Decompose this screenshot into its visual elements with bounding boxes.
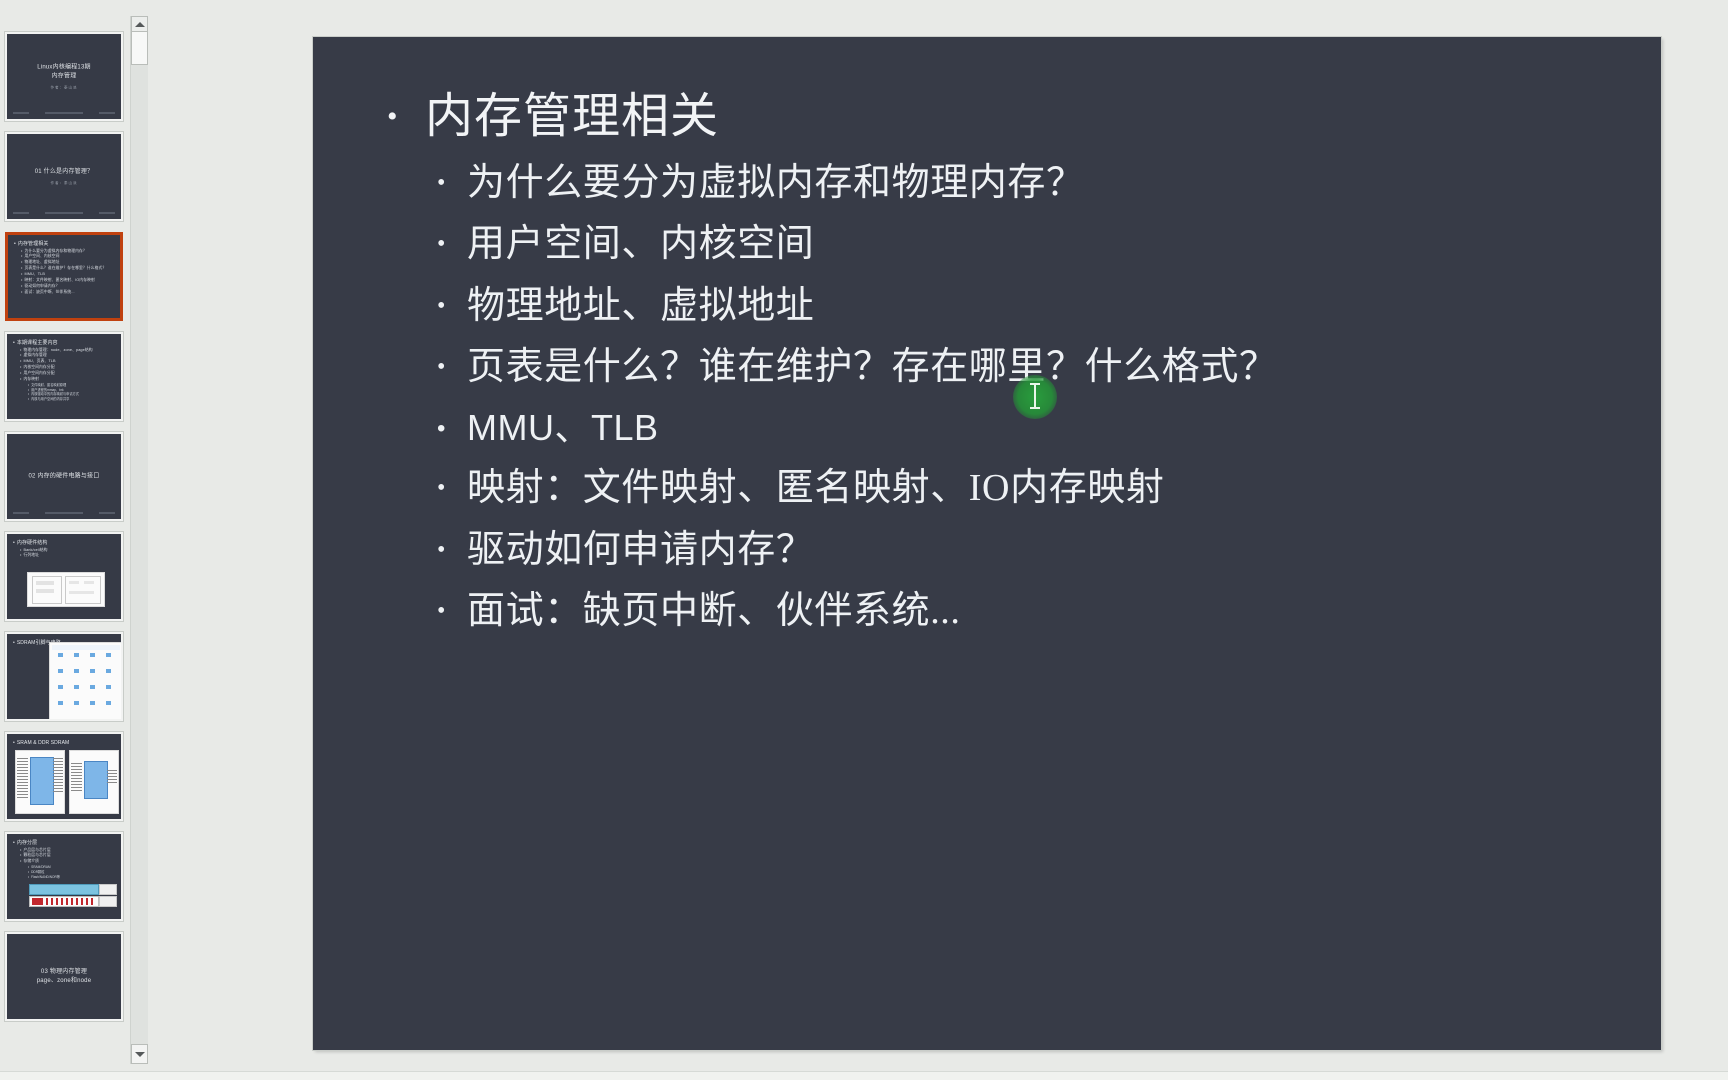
list-item[interactable]: • 用户空间、内核空间	[425, 223, 1621, 266]
slide-bullet-list: • 为什么要分为虚拟内存和物理内存？ • 用户空间、内核空间 • 物理地址、虚拟…	[425, 162, 1621, 633]
thumb-footer	[13, 512, 115, 514]
thumbnail-slide-2[interactable]: 01 什么是内存管理？ 作者：泰山派	[4, 131, 124, 222]
circuit-diagram-image	[27, 572, 105, 607]
thumb-title-block: 03 物理内存管理 page、zone和node	[7, 968, 121, 986]
thumb-title-line1: Linux内核编程13期	[37, 63, 91, 70]
thumb-title-block: 02 内存的硬件电路与接口	[7, 472, 121, 481]
sram-pinout-image	[15, 750, 65, 814]
list-item[interactable]: 01 什么是内存管理？ 作者：泰山派	[4, 131, 124, 222]
slide-thumbnail-panel[interactable]: Linux内核编程13期 内存管理 作者：泰山派 01 什么是内存管理？ 作者：…	[0, 0, 138, 1080]
list-item[interactable]: • 物理地址、虚拟地址	[425, 285, 1621, 328]
thumb-bullets: 内存分层 产品层与芯片层 颗粒层与芯片层 存储介质 SRAM/DRAM DDR颗…	[13, 840, 116, 880]
bullet-text: 物理地址、虚拟地址	[467, 284, 815, 327]
thumbnail-slide-3-selected[interactable]: 内存管理相关 为什么要分为虚拟内存和物理内存？ 用户空间、内核空间 物理地址、虚…	[5, 232, 123, 321]
ddr-sdram-pinout-image	[69, 750, 119, 814]
list-item[interactable]: • 为什么要分为虚拟内存和物理内存？	[425, 162, 1621, 205]
thumb-bullets: 本期课程主要内容 物理内存管理：node、zone、page结构 虚拟内存管理 …	[13, 340, 116, 402]
thumb-title-block: 01 什么是内存管理？ 作者：泰山派	[7, 167, 121, 185]
bullet-text: 为什么要分为虚拟内存和物理内存？	[467, 161, 1085, 204]
thumbnail-slide-10[interactable]: 03 物理内存管理 page、zone和node	[4, 931, 124, 1022]
page-title: 内存管理相关	[425, 90, 720, 143]
bullet-glyph: •	[437, 231, 447, 258]
list-item[interactable]: 内存分层 产品层与芯片层 颗粒层与芯片层 存储介质 SRAM/DRAM DDR颗…	[4, 831, 124, 922]
thumbnail-slide-5[interactable]: 02 内存的硬件电路与接口	[4, 431, 124, 522]
bullet-glyph: •	[437, 598, 447, 625]
thumb-title-line1: 01 什么是内存管理？	[34, 168, 94, 175]
thumbnail-slide-1[interactable]: Linux内核编程13期 内存管理 作者：泰山派	[4, 31, 124, 122]
memory-map-bar	[29, 884, 99, 895]
thumb-heading: 内存分层	[13, 840, 116, 848]
list-item[interactable]: 02 内存的硬件电路与接口	[4, 431, 124, 522]
sdram-schematic-image	[49, 642, 121, 719]
bullet-text: 驱动如何申请内存？	[467, 528, 815, 571]
window-bottom-strip	[0, 1071, 1728, 1080]
thumbnail-slide-9[interactable]: 内存分层 产品层与芯片层 颗粒层与芯片层 存储介质 SRAM/DRAM DDR颗…	[4, 831, 124, 922]
thumbnail-slide-7[interactable]: SDRAM引脚与电路	[4, 631, 124, 722]
thumbnail-slide-4[interactable]: 本期课程主要内容 物理内存管理：node、zone、page结构 虚拟内存管理 …	[4, 331, 124, 422]
list-item[interactable]: SDRAM引脚与电路	[4, 631, 124, 722]
thumbnail-slide-6[interactable]: 内存硬件结构 Bank/cell结构 行列地址	[4, 531, 124, 622]
slide-heading-item[interactable]: • 内存管理相关 • 为什么要分为虚拟内存和物理内存？ • 用户空间、内核空间	[371, 89, 1621, 633]
list-item[interactable]: 内存硬件结构 Bank/cell结构 行列地址	[4, 531, 124, 622]
bullet-glyph: •	[437, 414, 446, 442]
memory-region-legend	[99, 896, 117, 907]
bullet-glyph: •	[437, 292, 447, 319]
bullet-text: 面试：缺页中断、伙伴系统...	[467, 590, 961, 633]
bullet-text: 用户空间、内核空间	[467, 223, 815, 266]
thumb-bullets: 内存硬件结构 Bank/cell结构 行列地址	[13, 540, 116, 559]
bullet-glyph: •	[437, 536, 447, 563]
thumb-bullets: SRAM & DDR SDRAM	[13, 740, 116, 748]
thumb-heading: 内存硬件结构	[13, 540, 116, 548]
thumb-title-line1: 03 物理内存管理	[40, 968, 88, 975]
thumb-heading: 本期课程主要内容	[13, 340, 116, 348]
bullet-glyph: •	[437, 475, 447, 502]
chevron-up-icon	[134, 21, 145, 27]
current-slide-canvas[interactable]: • 内存管理相关 • 为什么要分为虚拟内存和物理内存？ • 用户空间、内核空间	[313, 37, 1661, 1050]
presentation-app: Linux内核编程13期 内存管理 作者：泰山派 01 什么是内存管理？ 作者：…	[0, 0, 1728, 1080]
memory-map-legend	[99, 884, 117, 895]
chevron-down-icon	[134, 1051, 145, 1057]
list-item[interactable]: Linux内核编程13期 内存管理 作者：泰山派	[4, 31, 124, 122]
slide-editor-area[interactable]: • 内存管理相关 • 为什么要分为虚拟内存和物理内存？ • 用户空间、内核空间	[148, 0, 1728, 1080]
thumb-bullets: 内存管理相关 为什么要分为虚拟内存和物理内存？ 用户空间、内核空间 物理地址、虚…	[14, 241, 115, 296]
scroll-down-arrow-button[interactable]	[131, 1044, 148, 1064]
thumb-byline: 作者：泰山派	[50, 84, 78, 89]
thumb-footer	[13, 112, 115, 114]
list-item[interactable]: 本期课程主要内容 物理内存管理：node、zone、page结构 虚拟内存管理 …	[4, 331, 124, 422]
scroll-up-arrow-button[interactable]	[131, 16, 148, 32]
list-item[interactable]: 内存管理相关 为什么要分为虚拟内存和物理内存？ 用户空间、内核空间 物理地址、虚…	[5, 232, 123, 321]
thumb-heading: SRAM & DDR SDRAM	[13, 740, 116, 748]
thumb-footer	[13, 212, 115, 214]
list-item[interactable]: 03 物理内存管理 page、zone和node	[4, 931, 124, 1022]
list-item[interactable]: • 映射：文件映射、匿名映射、IO内存映射	[425, 467, 1621, 510]
thumb-byline: 作者：泰山派	[50, 180, 78, 185]
bullet-text: MMU、TLB	[467, 406, 659, 448]
bullet-glyph: •	[437, 169, 447, 196]
list-item[interactable]: • 面试：缺页中断、伙伴系统...	[425, 590, 1621, 633]
slide-outline: • 内存管理相关 • 为什么要分为虚拟内存和物理内存？ • 用户空间、内核空间	[371, 89, 1621, 633]
thumb-subbullet: Flash/NAND/NOR等	[28, 875, 116, 880]
thumb-title-line2: page、zone和node	[36, 977, 92, 984]
bullet-glyph: •	[387, 100, 399, 133]
thumb-bullet: 行列地址	[20, 553, 116, 559]
thumb-title-block: Linux内核编程13期 内存管理 作者：泰山派	[7, 63, 121, 90]
bullet-text: 页表是什么？谁在维护？存在哪里？什么格式？	[467, 346, 1278, 389]
thumb-title-line2: 内存管理	[51, 72, 77, 79]
chip-dots	[50, 643, 121, 719]
list-item[interactable]: • 页表是什么？谁在维护？存在哪里？什么格式？	[425, 346, 1621, 389]
thumb-bullet: 面试：缺页中断、伙伴系统...	[21, 290, 115, 296]
thumb-heading: 内存管理相关	[14, 241, 115, 249]
memory-region-bar	[29, 896, 99, 907]
list-item[interactable]: • 驱动如何申请内存？	[425, 529, 1621, 572]
thumbnail-scrollbar[interactable]	[130, 16, 148, 1064]
bullet-glyph: •	[437, 354, 447, 381]
thumb-subbullet: 内核与用户空间的内存共享	[28, 397, 116, 402]
slide-content[interactable]: • 内存管理相关 • 为什么要分为虚拟内存和物理内存？ • 用户空间、内核空间	[313, 37, 1661, 1050]
thumb-title-line1: 02 内存的硬件电路与接口	[28, 473, 100, 479]
thumbnail-slide-8[interactable]: SRAM & DDR SDRAM	[4, 731, 124, 822]
list-item[interactable]: SRAM & DDR SDRAM	[4, 731, 124, 822]
list-item[interactable]: • MMU、TLB	[425, 406, 1621, 448]
bullet-text: 映射：文件映射、匿名映射、IO内存映射	[467, 467, 1165, 510]
